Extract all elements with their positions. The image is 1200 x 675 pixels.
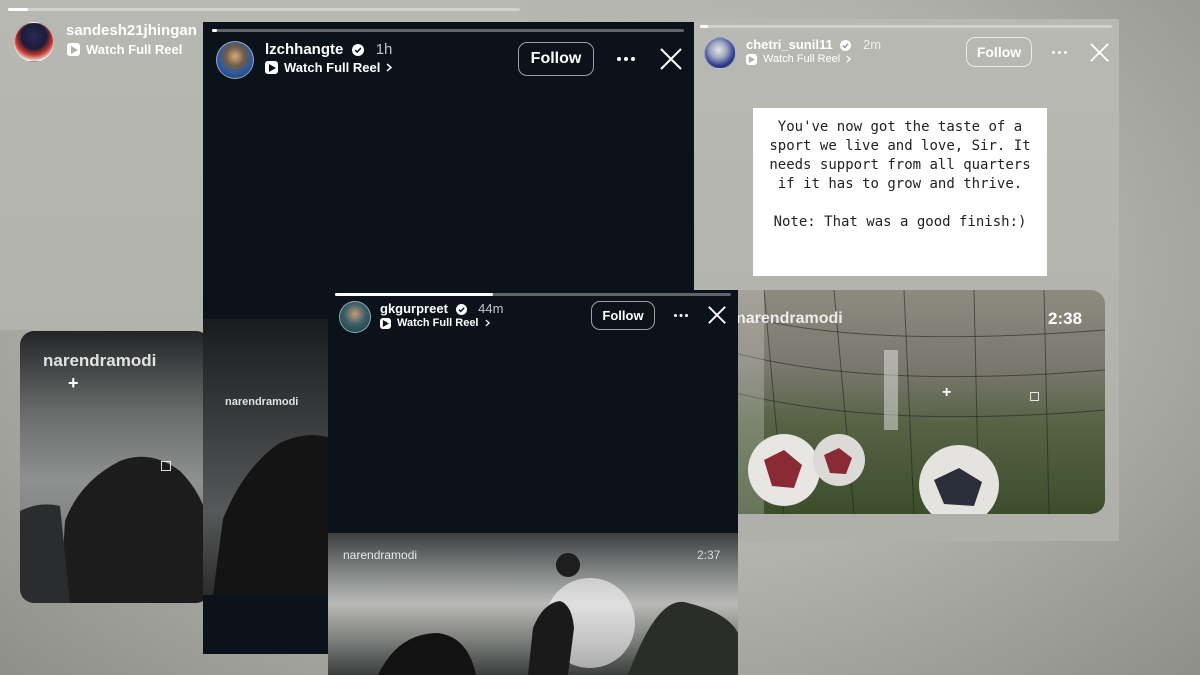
- reel-video[interactable]: narendramodi 2:38 +: [724, 290, 1105, 514]
- follow-button[interactable]: Follow: [591, 301, 655, 330]
- focus-box-icon: [161, 461, 171, 471]
- post-time: 2m: [862, 37, 882, 52]
- verified-badge-icon: [455, 304, 467, 316]
- verified-badge-icon: [351, 44, 364, 57]
- more-icon[interactable]: [671, 306, 691, 324]
- reel-video-left[interactable]: narendramodi +: [20, 331, 210, 603]
- post-time: 44m: [478, 301, 504, 316]
- chevron-right-icon: [484, 319, 490, 327]
- reel-video[interactable]: narendramodi 2:37: [328, 533, 738, 675]
- video-duration: 2:37: [697, 548, 721, 562]
- close-icon[interactable]: [1088, 41, 1110, 63]
- avatar[interactable]: [339, 301, 371, 333]
- avatar[interactable]: [14, 22, 54, 62]
- crosshair-icon: +: [942, 384, 952, 401]
- close-icon[interactable]: [707, 305, 727, 325]
- watch-full-reel-link[interactable]: Watch Full Reel: [380, 317, 490, 329]
- story-card-gkgurpreet: gkgurpreet 44m Watch Full Reel Follow na…: [328, 290, 738, 675]
- story-progress-bar: [8, 8, 520, 11]
- video-frame-silhouette: [213, 435, 333, 595]
- username: chetri_sunil11: [746, 37, 833, 52]
- story-progress-bar: [212, 29, 684, 32]
- username-with-time[interactable]: gkgurpreet 44m: [380, 301, 503, 316]
- username: gkgurpreet: [380, 301, 448, 316]
- story-progress-bar: [700, 25, 1112, 28]
- watch-full-reel-link[interactable]: Watch Full Reel: [265, 60, 393, 75]
- chevron-right-icon: [386, 63, 393, 72]
- story-text-note: You've now got the taste of a sport we l…: [753, 108, 1047, 276]
- video-frame-silhouette: [20, 456, 210, 603]
- verified-badge-icon: [840, 40, 852, 52]
- play-icon: [746, 53, 757, 65]
- watch-full-reel-link[interactable]: Watch Full Reel: [67, 42, 182, 57]
- play-icon: [265, 61, 278, 74]
- watch-full-reel-label: Watch Full Reel: [763, 53, 841, 65]
- crosshair-icon: +: [68, 373, 79, 393]
- username-with-time[interactable]: lzchhangte 1h: [265, 41, 392, 58]
- more-icon[interactable]: [613, 48, 639, 70]
- username-with-time[interactable]: chetri_sunil11 2m: [746, 37, 881, 52]
- watch-full-reel-label: Watch Full Reel: [86, 42, 183, 57]
- video-duration: 2:38: [1048, 309, 1083, 328]
- video-watermark: narendramodi: [343, 548, 418, 562]
- close-icon[interactable]: [658, 46, 684, 72]
- watch-full-reel-label: Watch Full Reel: [284, 60, 381, 75]
- focus-box-icon: [1030, 392, 1039, 401]
- username[interactable]: sandesh21jhingan: [66, 22, 197, 39]
- chevron-right-icon: [846, 55, 852, 63]
- story-card-chetri: chetri_sunil11 2m Watch Full Reel Follow…: [694, 19, 1119, 541]
- avatar[interactable]: [216, 41, 254, 79]
- follow-button[interactable]: Follow: [518, 42, 594, 76]
- avatar[interactable]: [704, 37, 736, 69]
- follow-button[interactable]: Follow: [966, 37, 1032, 67]
- post-time: 1h: [375, 41, 393, 58]
- video-watermark: narendramodi: [736, 310, 843, 327]
- story-progress-bar: [335, 293, 731, 296]
- video-watermark: narendramodi: [225, 396, 299, 408]
- username: lzchhangte: [265, 41, 344, 58]
- more-icon[interactable]: [1048, 42, 1070, 62]
- watch-full-reel-link[interactable]: Watch Full Reel: [746, 53, 852, 65]
- watch-full-reel-label: Watch Full Reel: [397, 317, 479, 329]
- play-icon: [380, 317, 391, 329]
- video-watermark: narendramodi: [43, 351, 157, 370]
- play-icon: [67, 43, 80, 56]
